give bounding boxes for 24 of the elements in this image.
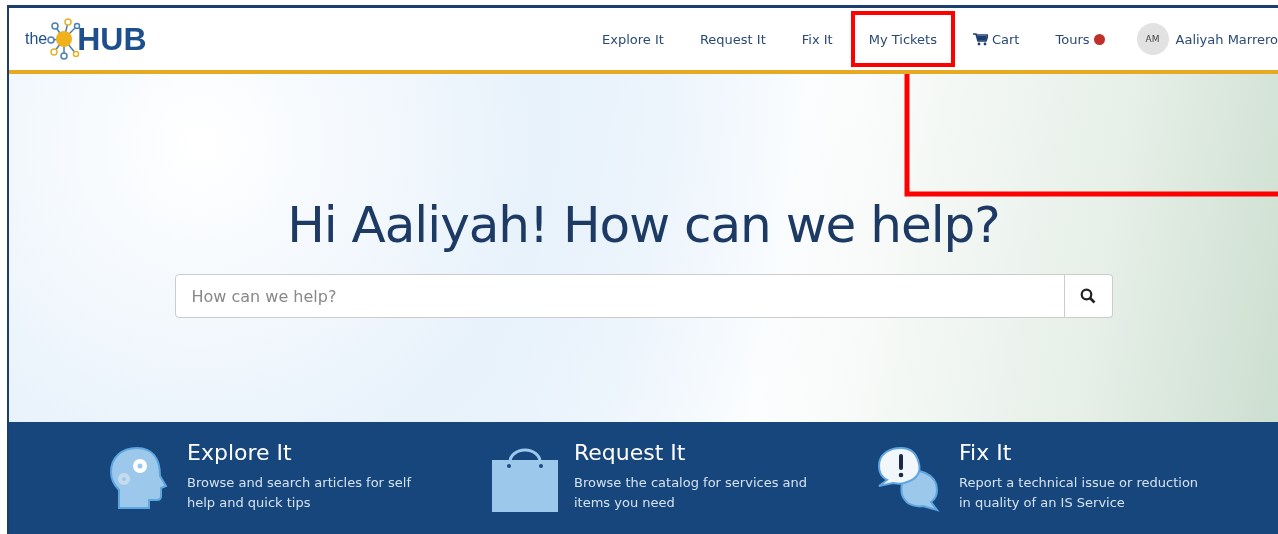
feature-title[interactable]: Explore It: [187, 440, 442, 465]
hero-heading: Hi Aaliyah! How can we help?: [287, 196, 1000, 254]
feature-description: Browse the catalog for services and items you need: [574, 474, 808, 512]
nav-link[interactable]: Request It: [681, 11, 784, 67]
feature-description: Report a technical issue or reduction in quality of an IS Service: [959, 474, 1200, 512]
cart-icon: [972, 32, 988, 46]
nav-link[interactable]: Explore It: [584, 11, 682, 67]
search-field[interactable]: How can we help?: [174, 274, 1065, 318]
notification-dot: [1093, 33, 1105, 45]
shopping-bag-icon: [492, 446, 558, 512]
user-menu[interactable]: AM Aaliyah Marrero: [1122, 23, 1278, 55]
nav-link[interactable]: My Tickets: [850, 11, 955, 67]
search-icon: [1080, 288, 1096, 304]
feature-title[interactable]: Fix It: [959, 440, 1214, 465]
logo-text: HUB: [77, 20, 147, 58]
tours-link[interactable]: Tours: [1037, 11, 1123, 67]
avatar: AM: [1136, 23, 1169, 55]
user-name: Aaliyah Marrero: [1175, 31, 1278, 47]
logo-text: the: [25, 30, 48, 48]
feature-description: Browse and search articles for self help and quick tips: [187, 474, 413, 512]
cart-link[interactable]: Cart: [954, 11, 1038, 67]
feature-title[interactable]: Request It: [574, 440, 829, 465]
search-button[interactable]: [1064, 274, 1113, 318]
nav-link[interactable]: Fix It: [783, 11, 851, 67]
